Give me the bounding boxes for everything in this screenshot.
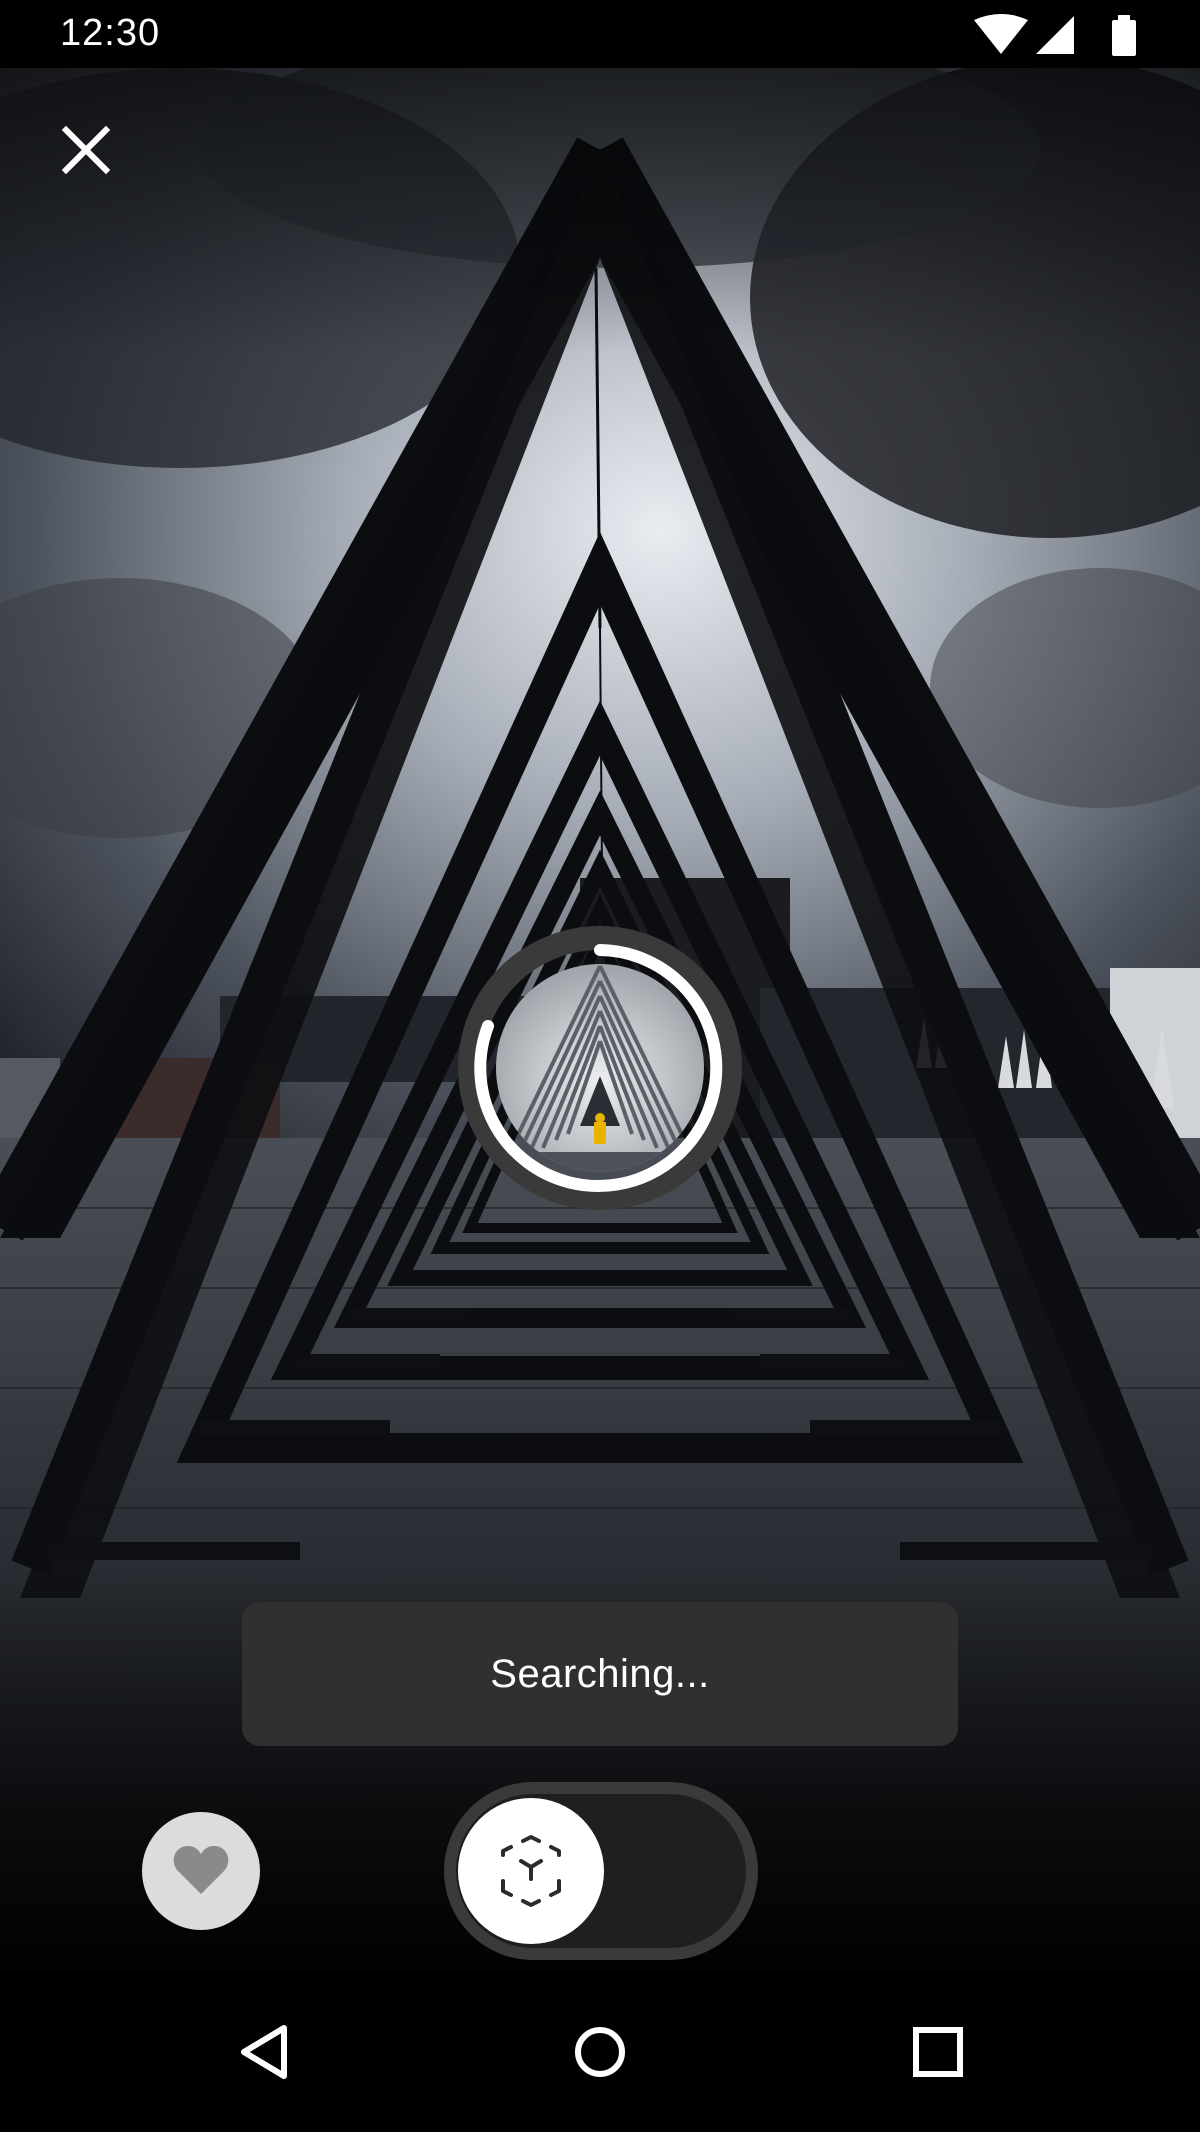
ar-mode-toggle[interactable] (444, 1782, 758, 1960)
recents-square-icon (913, 2027, 963, 2077)
toggle-knob[interactable] (458, 1798, 604, 1944)
scanner-progress-ring (458, 926, 742, 1210)
favorite-button[interactable] (142, 1812, 260, 1930)
cellular-signal-icon (1036, 16, 1074, 54)
status-time: 12:30 (60, 12, 161, 54)
system-navigation-bar (0, 1972, 1200, 2132)
close-button[interactable] (54, 118, 118, 182)
battery-icon (1112, 15, 1136, 56)
nav-home-button[interactable] (556, 2008, 644, 2096)
toast-message: Searching... (490, 1651, 710, 1696)
nav-recents-button[interactable] (894, 2008, 982, 2096)
ar-cube-icon (501, 1835, 561, 1907)
heart-icon (173, 1846, 229, 1894)
status-bar: 12:30 (0, 0, 1200, 68)
nav-back-button[interactable] (222, 2008, 310, 2096)
searching-toast: Searching... (242, 1602, 958, 1746)
close-icon (61, 125, 111, 175)
back-triangle-icon (241, 2025, 287, 2079)
status-icons (974, 14, 1136, 56)
wifi-icon (974, 14, 1028, 54)
ar-search-screen: 12:30 Searching... (0, 0, 1200, 2132)
home-circle-icon (575, 2027, 625, 2077)
scanner-reticle (458, 926, 742, 1210)
